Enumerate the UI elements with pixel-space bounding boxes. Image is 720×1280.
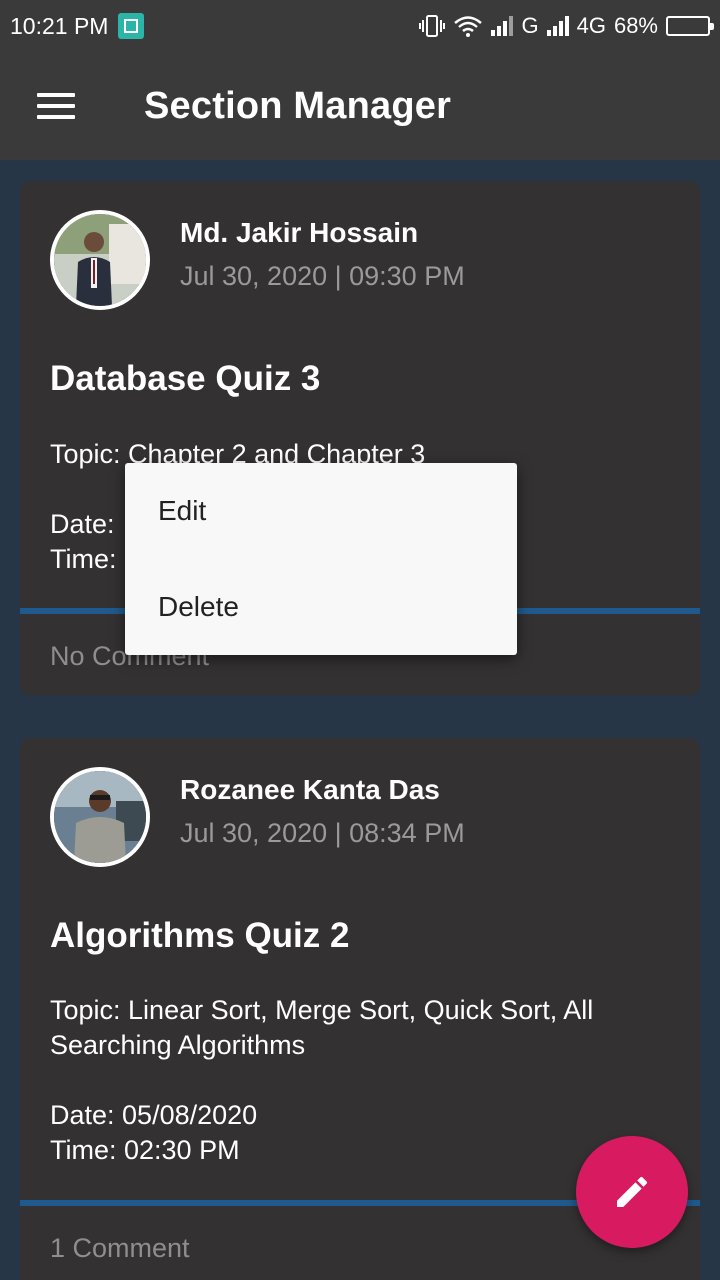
- author-name: Rozanee Kanta Das: [180, 774, 440, 805]
- network-type-1: G: [521, 13, 539, 38]
- status-bar: 10:21 PM G 4G 68%: [0, 0, 720, 52]
- context-menu: Edit Delete: [125, 463, 517, 655]
- page-title: Section Manager: [144, 84, 452, 127]
- wifi-icon: [454, 16, 483, 37]
- post-topic: Topic: Linear Sort, Merge Sort, Quick So…: [50, 995, 594, 1060]
- post-date: Date:: [50, 509, 115, 539]
- menu-item-edit[interactable]: Edit: [125, 463, 517, 559]
- battery-icon: [666, 16, 714, 36]
- comment-count[interactable]: 1 Comment: [50, 1233, 190, 1264]
- menu-item-delete[interactable]: Delete: [125, 559, 517, 655]
- post-timestamp: Jul 30, 2020 | 08:34 PM: [180, 818, 465, 848]
- avatar: [50, 767, 150, 867]
- author-name: Md. Jakir Hossain: [180, 217, 419, 248]
- signal-strength-icon-2: [546, 16, 569, 36]
- hamburger-menu-icon[interactable]: [0, 52, 112, 160]
- create-post-button[interactable]: [576, 1136, 688, 1248]
- post-timestamp: Jul 30, 2020 | 09:30 PM: [180, 261, 465, 291]
- screen-capture-icon: [118, 13, 145, 39]
- battery-percent: 68%: [613, 13, 658, 38]
- app-bar: Section Manager: [0, 52, 720, 160]
- post-title: Database Quiz 3: [50, 359, 321, 398]
- post-time: Time:: [50, 544, 117, 574]
- network-type-2: 4G: [576, 13, 606, 38]
- pencil-edit-icon: [617, 1176, 648, 1207]
- post-time: Time: 02:30 PM: [50, 1135, 240, 1165]
- status-time: 10:21 PM: [10, 12, 109, 39]
- post-date: Date: 05/08/2020: [50, 1100, 258, 1130]
- post-title: Algorithms Quiz 2: [50, 916, 350, 955]
- avatar: [50, 210, 150, 310]
- signal-strength-icon: [491, 16, 514, 36]
- vibrate-icon: [419, 15, 446, 37]
